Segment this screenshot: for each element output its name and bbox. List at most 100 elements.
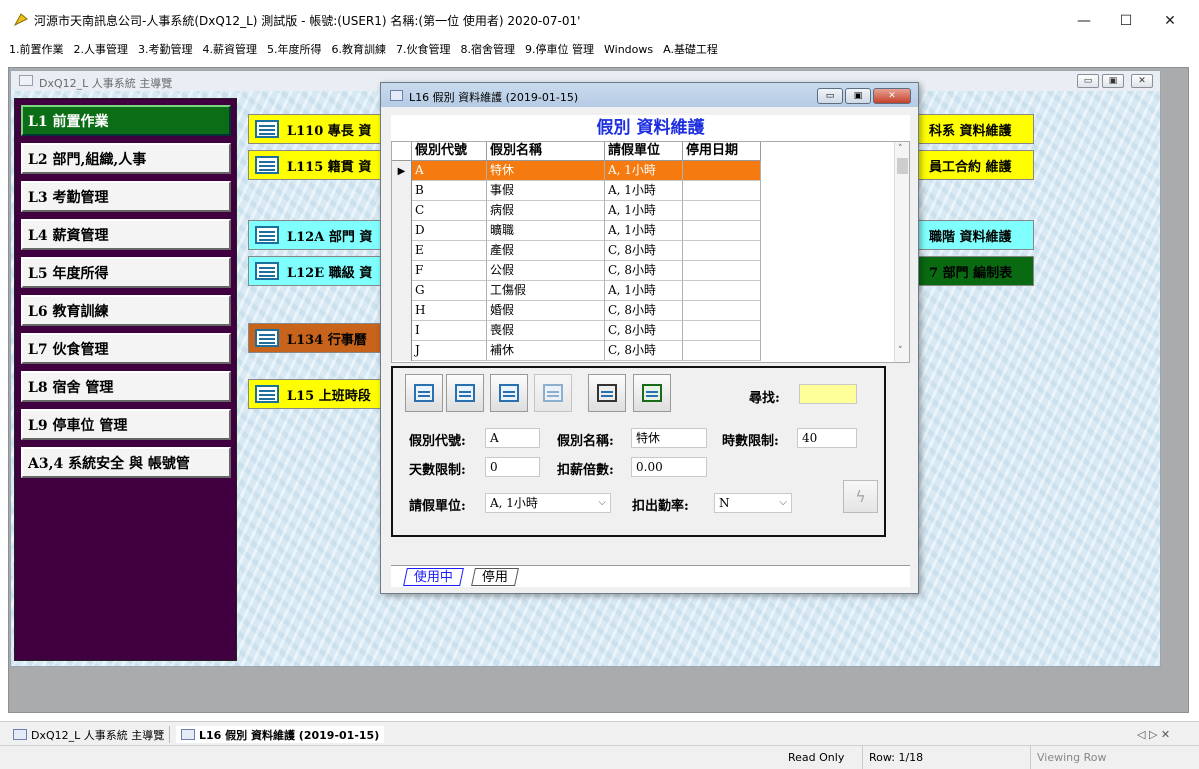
scroll-thumb[interactable]: [897, 158, 908, 174]
row-selector[interactable]: [392, 221, 412, 241]
menu-item-4[interactable]: 5.年度所得: [267, 41, 322, 57]
menu-item-8[interactable]: 9.停車位 管理: [525, 41, 594, 57]
sidebar-item-9[interactable]: L9 停車位 管理: [21, 409, 231, 440]
tab-inactive[interactable]: 停用: [471, 568, 519, 586]
dialog-close-icon[interactable]: ✕: [873, 88, 911, 104]
table-cell[interactable]: A: [412, 161, 487, 181]
sidebar-item-7[interactable]: L7 伙食管理: [21, 333, 231, 364]
table-cell[interactable]: 病假: [487, 201, 605, 221]
table-cell[interactable]: 產假: [487, 241, 605, 261]
table-cell[interactable]: C, 8小時: [605, 341, 683, 361]
grid-column-header[interactable]: 假別名稱: [487, 142, 605, 161]
name-input[interactable]: 特休: [631, 428, 707, 448]
table-cell[interactable]: [683, 281, 761, 301]
menu-item-10[interactable]: A.基礎工程: [663, 41, 718, 57]
sidebar-item-6[interactable]: L6 教育訓練: [21, 295, 231, 326]
program-button-left-5[interactable]: L15 上班時段: [248, 379, 381, 409]
table-row[interactable]: E 產假 C, 8小時: [392, 241, 761, 261]
code-input[interactable]: A: [485, 428, 540, 448]
table-cell[interactable]: E: [412, 241, 487, 261]
table-cell[interactable]: [683, 201, 761, 221]
row-selector[interactable]: [392, 321, 412, 341]
table-cell[interactable]: A, 1小時: [605, 221, 683, 241]
table-cell[interactable]: [683, 261, 761, 281]
table-cell[interactable]: C, 8小時: [605, 241, 683, 261]
menu-item-6[interactable]: 7.伙食管理: [396, 41, 451, 57]
table-cell[interactable]: 公假: [487, 261, 605, 281]
task-leave-dialog[interactable]: L16 假別 資料維護 (2019-01-15): [176, 726, 385, 743]
sidebar-item-3[interactable]: L3 考勤管理: [21, 181, 231, 212]
scroll-up-icon[interactable]: ˄: [898, 144, 903, 154]
menu-item-9[interactable]: Windows: [604, 43, 653, 56]
program-button-right-0[interactable]: 科系 資料維護: [918, 114, 1034, 144]
table-row[interactable]: C 病假 A, 1小時: [392, 201, 761, 221]
row-selector[interactable]: [392, 281, 412, 301]
close-icon[interactable]: ✕: [1131, 74, 1153, 88]
program-button-left-3[interactable]: L12E 職級 資: [248, 256, 381, 286]
table-cell[interactable]: C, 8小時: [605, 261, 683, 281]
table-cell[interactable]: 工傷假: [487, 281, 605, 301]
table-cell[interactable]: D: [412, 221, 487, 241]
row-selector[interactable]: [392, 241, 412, 261]
table-cell[interactable]: I: [412, 321, 487, 341]
table-row[interactable]: H 婚假 C, 8小時: [392, 301, 761, 321]
table-row[interactable]: D 曠職 A, 1小時: [392, 221, 761, 241]
grid-column-header[interactable]: 假別代號: [412, 142, 487, 161]
edit-record-button[interactable]: [446, 374, 484, 412]
menu-item-2[interactable]: 3.考勤管理: [138, 41, 193, 57]
table-cell[interactable]: [683, 221, 761, 241]
program-button-right-2[interactable]: 職階 資料維護: [918, 220, 1034, 250]
search-input[interactable]: [799, 384, 857, 404]
table-row[interactable]: J 補休 C, 8小時: [392, 341, 761, 361]
sidebar-item-4[interactable]: L4 薪資管理: [21, 219, 231, 250]
program-button-right-1[interactable]: 員工合約 維護: [918, 150, 1034, 180]
menu-item-0[interactable]: 1.前置作業: [9, 41, 64, 57]
program-button-left-0[interactable]: L110 專長 資: [248, 114, 381, 144]
row-selector[interactable]: [392, 341, 412, 361]
table-cell[interactable]: F: [412, 261, 487, 281]
program-button-left-4[interactable]: L134 行事曆: [248, 323, 381, 353]
table-cell[interactable]: 事假: [487, 181, 605, 201]
table-cell[interactable]: 曠職: [487, 221, 605, 241]
sidebar-item-1[interactable]: L1 前置作業: [21, 105, 231, 136]
table-cell[interactable]: 特休: [487, 161, 605, 181]
table-cell[interactable]: A, 1小時: [605, 181, 683, 201]
delete-record-button[interactable]: [490, 374, 528, 412]
print-button[interactable]: [588, 374, 626, 412]
action-button[interactable]: ϟ: [843, 480, 878, 513]
days-limit-input[interactable]: 0: [485, 457, 540, 477]
table-row[interactable]: G 工傷假 A, 1小時: [392, 281, 761, 301]
row-selector[interactable]: [392, 301, 412, 321]
table-cell[interactable]: C, 8小時: [605, 301, 683, 321]
table-cell[interactable]: [683, 241, 761, 261]
row-selector[interactable]: [392, 181, 412, 201]
cancel-record-button[interactable]: [534, 374, 572, 412]
menu-item-7[interactable]: 8.宿舍管理: [461, 41, 516, 57]
dialog-maximize-icon[interactable]: ▣: [845, 88, 871, 104]
row-selector[interactable]: [392, 261, 412, 281]
table-cell[interactable]: 補休: [487, 341, 605, 361]
table-cell[interactable]: [683, 321, 761, 341]
tab-active[interactable]: 使用中: [403, 568, 464, 586]
table-cell[interactable]: C, 8小時: [605, 321, 683, 341]
sidebar-item-2[interactable]: L2 部門,組織,人事: [21, 143, 231, 174]
menu-item-3[interactable]: 4.薪資管理: [203, 41, 258, 57]
sidebar-item-5[interactable]: L5 年度所得: [21, 257, 231, 288]
sidebar-item-10[interactable]: A3,4 系統安全 與 帳號管: [21, 447, 231, 478]
table-row[interactable]: ▶ A 特休 A, 1小時: [392, 161, 761, 181]
table-cell[interactable]: G: [412, 281, 487, 301]
table-cell[interactable]: B: [412, 181, 487, 201]
table-cell[interactable]: 婚假: [487, 301, 605, 321]
table-cell[interactable]: [683, 161, 761, 181]
table-cell[interactable]: J: [412, 341, 487, 361]
menu-item-5[interactable]: 6.教育訓練: [332, 41, 387, 57]
table-cell[interactable]: C: [412, 201, 487, 221]
program-button-left-2[interactable]: L12A 部門 資: [248, 220, 381, 250]
maximize-button[interactable]: ☐: [1103, 6, 1149, 36]
task-main-nav[interactable]: DxQ12_L 人事系統 主導覽: [8, 726, 171, 743]
row-selector[interactable]: [392, 201, 412, 221]
table-row[interactable]: F 公假 C, 8小時: [392, 261, 761, 281]
scroll-down-icon[interactable]: ˅: [898, 346, 903, 356]
minimize-icon[interactable]: ▭: [1077, 74, 1099, 88]
table-cell[interactable]: A, 1小時: [605, 161, 683, 181]
